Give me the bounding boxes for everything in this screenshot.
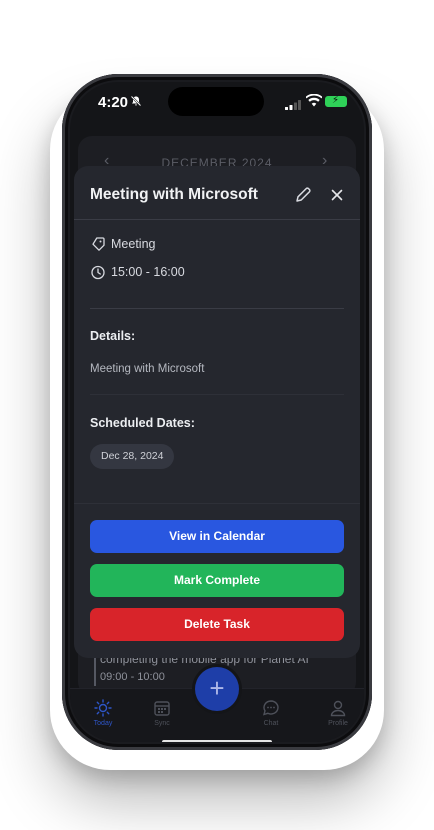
nav-label-sync: Sync bbox=[154, 720, 170, 727]
close-button[interactable] bbox=[326, 184, 348, 206]
header-divider bbox=[74, 219, 360, 220]
silent-bell-icon bbox=[130, 95, 142, 110]
person-icon bbox=[330, 700, 346, 717]
delete-task-button[interactable]: Delete Task bbox=[90, 608, 344, 641]
status-time: 4:20 bbox=[98, 94, 129, 111]
nav-item-sync[interactable]: Sync bbox=[137, 699, 187, 727]
sun-icon bbox=[94, 699, 112, 717]
time-range: 15:00 - 16:00 bbox=[111, 265, 185, 279]
nav-label-chat: Chat bbox=[263, 720, 279, 727]
home-indicator[interactable] bbox=[162, 740, 272, 742]
plus-icon: + bbox=[209, 673, 225, 703]
view-in-calendar-button[interactable]: View in Calendar bbox=[90, 520, 344, 553]
chat-bubble-icon bbox=[262, 700, 279, 716]
close-icon bbox=[331, 189, 343, 201]
scheduled-dates-heading: Scheduled Dates: bbox=[90, 416, 195, 430]
nav-item-profile[interactable]: Profile bbox=[313, 699, 363, 727]
add-task-fab-button[interactable]: + bbox=[195, 667, 239, 711]
background-task-time: 09:00 - 10:00 bbox=[100, 671, 165, 683]
section-divider bbox=[90, 308, 344, 309]
edit-button[interactable] bbox=[292, 184, 314, 206]
details-heading: Details: bbox=[90, 329, 136, 343]
scheduled-date-chip: Dec 28, 2024 bbox=[90, 444, 175, 469]
section-divider bbox=[74, 503, 360, 504]
charging-bolt-icon: ⚡ bbox=[332, 95, 340, 106]
signal-icon bbox=[285, 97, 301, 115]
wifi-icon bbox=[305, 93, 323, 112]
mark-complete-button[interactable]: Mark Complete bbox=[90, 564, 344, 597]
nav-item-chat[interactable]: Chat bbox=[246, 699, 296, 727]
clock-icon bbox=[91, 265, 105, 280]
nav-label-today: Today bbox=[93, 720, 113, 727]
pencil-icon bbox=[296, 187, 311, 202]
calendar-icon bbox=[154, 701, 170, 716]
tag-icon bbox=[92, 237, 105, 251]
dynamic-island bbox=[168, 87, 264, 116]
modal-title: Meeting with Microsoft bbox=[90, 186, 258, 203]
task-detail-modal: Meeting with Microsoft Meeting 15:00 - 1… bbox=[74, 166, 360, 658]
nav-item-today[interactable]: Today bbox=[78, 699, 128, 727]
category-label: Meeting bbox=[111, 237, 156, 251]
nav-label-profile: Profile bbox=[328, 720, 348, 727]
details-text: Meeting with Microsoft bbox=[90, 363, 205, 375]
phone-screen: 4:20 ⚡ ‹ DECEMBER 2024 › completing the … bbox=[70, 82, 364, 742]
section-divider bbox=[90, 394, 344, 395]
